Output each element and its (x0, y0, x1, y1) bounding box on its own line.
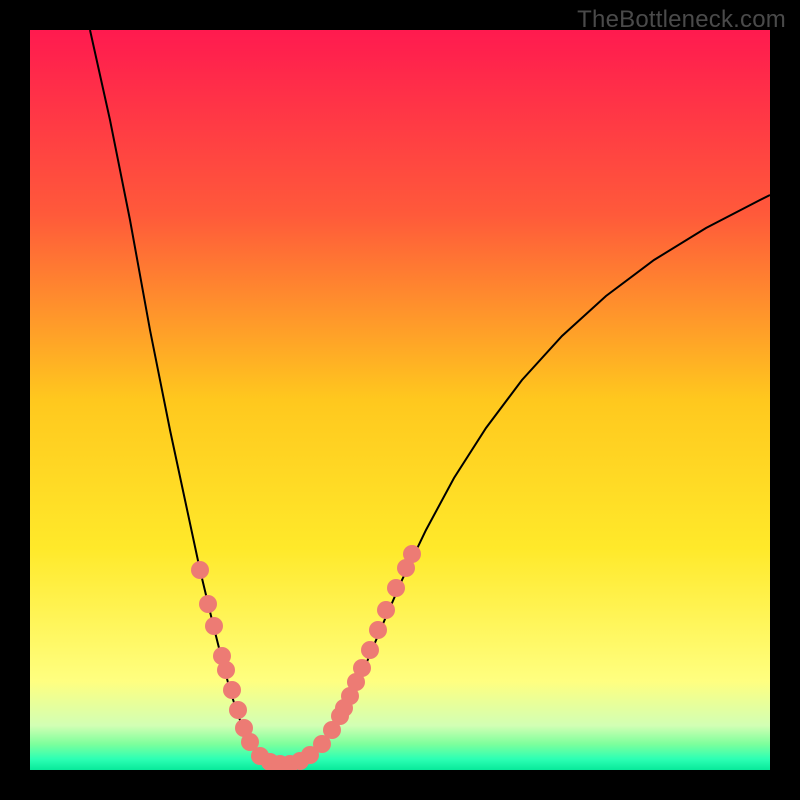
marker-group (191, 545, 421, 770)
chart-overlay (30, 30, 770, 770)
plot-area (30, 30, 770, 770)
data-marker (361, 641, 379, 659)
data-marker (217, 661, 235, 679)
data-marker (191, 561, 209, 579)
bottleneck-curve (90, 30, 770, 764)
data-marker (387, 579, 405, 597)
data-marker (199, 595, 217, 613)
data-marker (229, 701, 247, 719)
data-marker (353, 659, 371, 677)
data-marker (403, 545, 421, 563)
chart-frame: TheBottleneck.com (0, 0, 800, 800)
watermark-text: TheBottleneck.com (577, 6, 786, 34)
data-marker (223, 681, 241, 699)
data-marker (377, 601, 395, 619)
data-marker (369, 621, 387, 639)
data-marker (205, 617, 223, 635)
